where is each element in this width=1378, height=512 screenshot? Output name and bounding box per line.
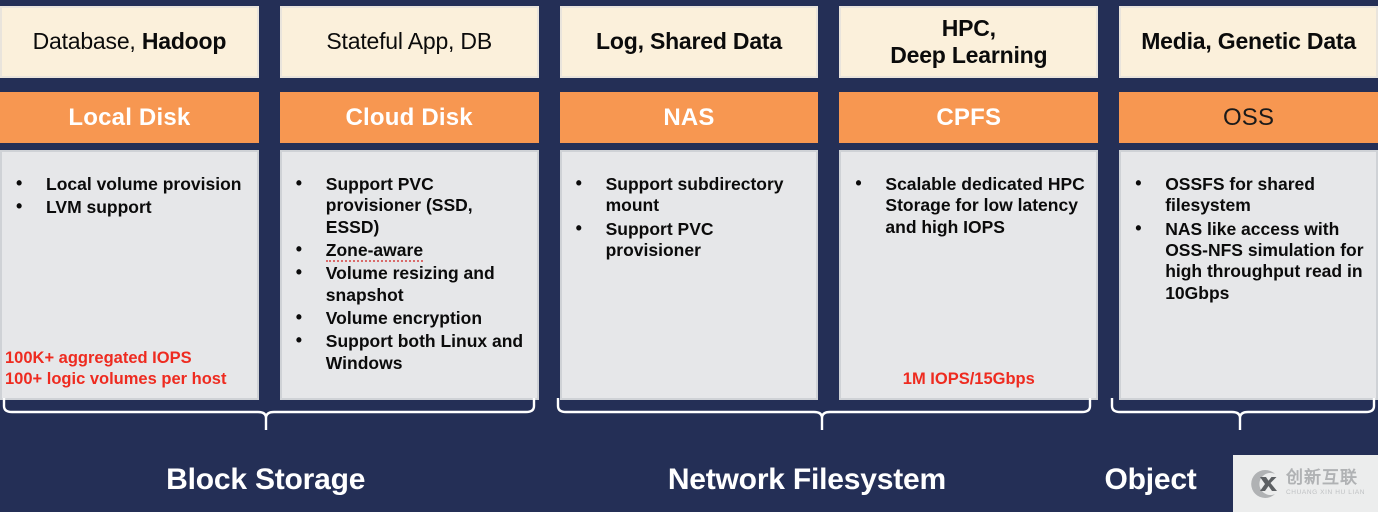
feature-list: OSSFS for shared filesystem NAS like acc…	[1129, 173, 1366, 304]
brace-object	[1110, 398, 1376, 419]
storage-comparison-diagram: Database, Hadoop Local Disk Local volume…	[0, 0, 1378, 512]
feature-panel-oss: OSSFS for shared filesystem NAS like acc…	[1119, 150, 1378, 400]
usecase-banner-oss: Media, Genetic Data	[1119, 6, 1378, 78]
usecase-text-bold-line1: HPC,	[941, 14, 996, 41]
product-name-cloud-disk[interactable]: Cloud Disk	[279, 92, 539, 143]
brace-block-storage	[2, 398, 536, 419]
list-item: Zone-aware	[290, 239, 527, 263]
storage-column-cpfs: HPC, Deep Learning CPFS Scalable dedicat…	[839, 0, 1099, 400]
metric-callout-cpfs: 1M IOPS/15Gbps	[841, 369, 1096, 390]
list-item-label: Zone-aware	[325, 240, 424, 263]
feature-list: Support subdirectory mount Support PVC p…	[570, 173, 807, 262]
storage-column-cloud-disk: Stateful App, DB Cloud Disk Support PVC …	[279, 0, 539, 400]
feature-list: Local volume provision LVM support	[10, 173, 247, 219]
feature-panel-cpfs: Scalable dedicated HPC Storage for low l…	[839, 150, 1099, 400]
storage-column-oss: Media, Genetic Data OSS OSSFS for shared…	[1119, 0, 1378, 400]
feature-panel-local-disk: Local volume provision LVM support 100K+…	[0, 150, 259, 400]
list-item: OSSFS for shared filesystem	[1129, 173, 1366, 217]
usecase-text-bold: Hadoop	[141, 28, 227, 55]
metric-line: 1M IOPS/15Gbps	[902, 369, 1035, 388]
watermark-logo: 创新互联 CHUANG XIN HU LIAN	[1233, 455, 1378, 512]
list-item: Scalable dedicated HPC Storage for low l…	[849, 173, 1086, 238]
product-name-local-disk[interactable]: Local Disk	[0, 92, 259, 143]
usecase-text-bold: Media, Genetic Data	[1141, 28, 1356, 55]
list-item: NAS like access with OSS-NFS simulation …	[1129, 218, 1366, 304]
list-item: LVM support	[10, 196, 247, 218]
usecase-text-plain: Stateful App, DB	[326, 28, 492, 55]
feature-list: Support PVC provisioner (SSD, ESSD) Zone…	[290, 173, 527, 374]
feature-list: Scalable dedicated HPC Storage for low l…	[849, 173, 1086, 238]
group-label-row: Block Storage Network Filesystem Object	[0, 448, 1378, 512]
usecase-text-plain: Database,	[32, 28, 142, 55]
group-label-block-storage: Block Storage	[166, 463, 366, 496]
usecase-banner-nas: Log, Shared Data	[559, 6, 819, 78]
brace-network-filesystem	[556, 398, 1092, 419]
feature-panel-nas: Support subdirectory mount Support PVC p…	[559, 150, 819, 400]
group-braces	[2, 398, 1376, 430]
group-label-network-filesystem: Network Filesystem	[667, 463, 946, 496]
list-item: Support subdirectory mount	[570, 173, 807, 217]
metric-line: 100+ logic volumes per host	[5, 369, 227, 388]
list-item: Volume encryption	[290, 307, 527, 329]
product-name-oss[interactable]: OSS	[1119, 92, 1378, 143]
list-item: Support both Linux and Windows	[290, 330, 527, 374]
list-item: Support PVC provisioner	[570, 218, 807, 262]
watermark-text: 创新互联 CHUANG XIN HU LIAN	[1286, 470, 1365, 497]
usecase-banner-cloud-disk: Stateful App, DB	[279, 6, 539, 78]
watermark-chinese: 创新互联	[1286, 468, 1358, 489]
metric-callout-local-disk: 100K+ aggregated IOPS 100+ logic volumes…	[2, 348, 257, 390]
usecase-text-bold: Log, Shared Data	[596, 28, 782, 55]
metric-line: 100K+ aggregated IOPS	[5, 348, 192, 367]
storage-columns: Database, Hadoop Local Disk Local volume…	[0, 0, 1378, 400]
list-item: Support PVC provisioner (SSD, ESSD)	[290, 173, 527, 238]
feature-panel-cloud-disk: Support PVC provisioner (SSD, ESSD) Zone…	[279, 150, 539, 400]
list-item: Local volume provision	[10, 173, 247, 195]
cx-logo-icon	[1245, 467, 1279, 501]
storage-column-nas: Log, Shared Data NAS Support subdirector…	[559, 0, 819, 400]
usecase-banner-cpfs: HPC, Deep Learning	[839, 6, 1099, 78]
usecase-banner-local-disk: Database, Hadoop	[0, 6, 259, 78]
usecase-text-bold-line2: Deep Learning	[890, 42, 1048, 68]
list-item: Volume resizing and snapshot	[290, 262, 527, 306]
storage-column-local-disk: Database, Hadoop Local Disk Local volume…	[0, 0, 259, 400]
product-name-cpfs[interactable]: CPFS	[839, 92, 1099, 143]
watermark-pinyin: CHUANG XIN HU LIAN	[1286, 489, 1366, 497]
product-name-nas[interactable]: NAS	[559, 92, 819, 143]
